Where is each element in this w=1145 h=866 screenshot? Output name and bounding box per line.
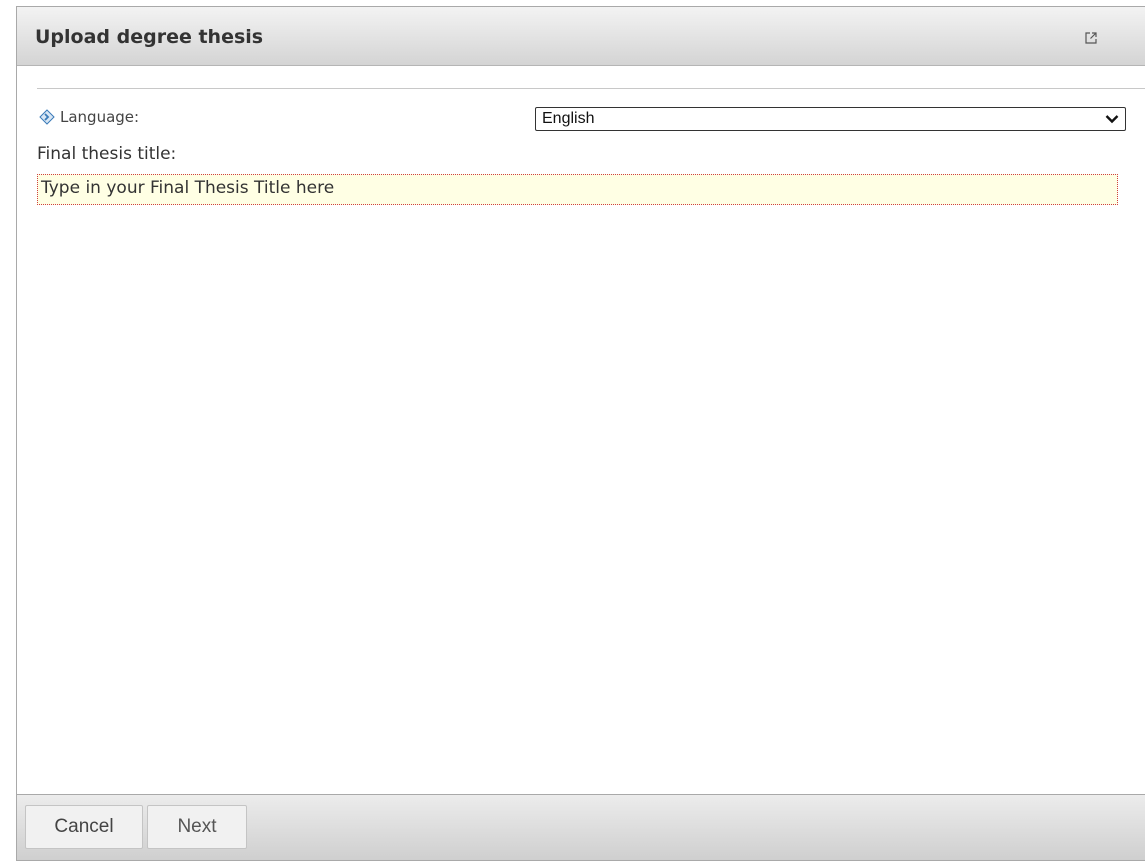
dialog-content: Language: English Final thesis title: Ty… (17, 66, 1145, 794)
dialog-titlebar: Upload degree thesis (17, 7, 1145, 66)
cancel-button[interactable]: Cancel (25, 805, 143, 849)
dialog-title: Upload degree thesis (35, 26, 264, 48)
dialog-footer: Cancel Next (17, 794, 1145, 860)
language-select-value: English (542, 110, 595, 127)
upload-thesis-dialog: Upload degree thesis Language: English F… (16, 6, 1145, 861)
diamond-arrow-icon (39, 109, 55, 125)
chevron-down-icon (1105, 115, 1119, 124)
language-select[interactable]: English (535, 107, 1126, 131)
thesis-title-label: Final thesis title: (37, 144, 177, 164)
external-window-icon[interactable] (1084, 31, 1098, 45)
thesis-title-input[interactable]: Type in your Final Thesis Title here (37, 174, 1118, 205)
next-button[interactable]: Next (147, 805, 247, 849)
divider (37, 88, 1145, 89)
language-label: Language: (60, 108, 140, 126)
